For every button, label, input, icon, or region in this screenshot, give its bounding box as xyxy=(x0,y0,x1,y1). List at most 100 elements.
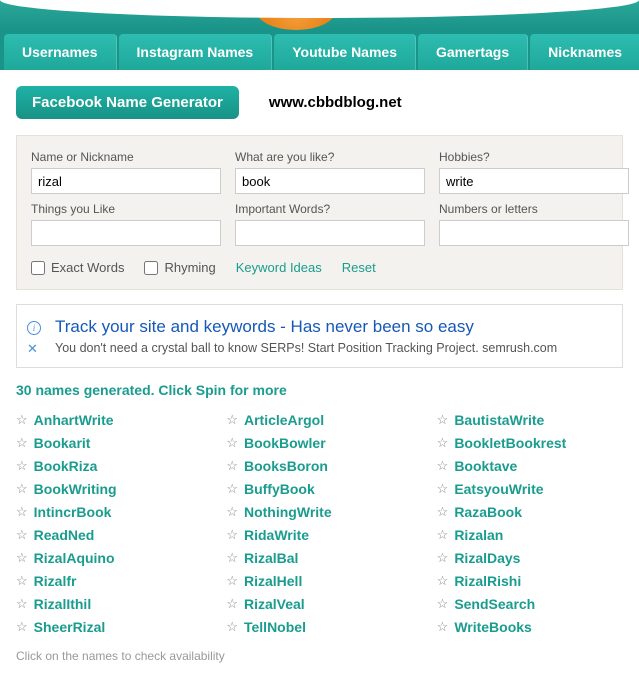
label-important: Important Words? xyxy=(235,202,425,216)
checkbox-rhyming[interactable] xyxy=(144,261,158,275)
star-icon[interactable]: ☆ xyxy=(437,435,449,451)
label-numbers: Numbers or letters xyxy=(439,202,629,216)
star-icon[interactable]: ☆ xyxy=(437,573,449,589)
input-hobbies[interactable] xyxy=(439,168,629,194)
result-item: ☆ Rizalfr xyxy=(16,573,202,589)
checkbox-exact-words-wrap[interactable]: Exact Words xyxy=(31,260,124,275)
star-icon[interactable]: ☆ xyxy=(226,412,238,428)
result-name[interactable]: ReadNed xyxy=(34,527,95,543)
result-name[interactable]: RizalHell xyxy=(244,573,302,589)
tab-youtube[interactable]: Youtube Names xyxy=(274,34,416,70)
result-name[interactable]: SheerRizal xyxy=(34,619,106,635)
result-item: ☆ EatsyouWrite xyxy=(437,481,623,497)
label-like: What are you like? xyxy=(235,150,425,164)
star-icon[interactable]: ☆ xyxy=(437,596,449,612)
star-icon[interactable]: ☆ xyxy=(437,550,449,566)
star-icon[interactable]: ☆ xyxy=(16,619,28,635)
result-name[interactable]: IntincrBook xyxy=(34,504,112,520)
result-item: ☆ RazaBook xyxy=(437,504,623,520)
star-icon[interactable]: ☆ xyxy=(226,573,238,589)
tab-usernames[interactable]: Usernames xyxy=(4,34,117,70)
ad-info-icon[interactable]: i xyxy=(27,321,41,335)
result-name[interactable]: SendSearch xyxy=(454,596,535,612)
result-name[interactable]: BookWriting xyxy=(34,481,117,497)
result-name[interactable]: EatsyouWrite xyxy=(454,481,543,497)
result-name[interactable]: RizalAquino xyxy=(34,550,115,566)
star-icon[interactable]: ☆ xyxy=(226,550,238,566)
result-name[interactable]: ArticleArgol xyxy=(244,412,324,428)
result-name[interactable]: BookBowler xyxy=(244,435,326,451)
star-icon[interactable]: ☆ xyxy=(437,527,449,543)
star-icon[interactable]: ☆ xyxy=(437,619,449,635)
star-icon[interactable]: ☆ xyxy=(16,435,28,451)
result-name[interactable]: BooksBoron xyxy=(244,458,328,474)
link-keyword-ideas[interactable]: Keyword Ideas xyxy=(236,260,322,275)
result-name[interactable]: Rizalan xyxy=(454,527,503,543)
result-name[interactable]: AnhartWrite xyxy=(34,412,114,428)
status-line: 30 names generated. Click Spin for more xyxy=(16,382,623,398)
result-name[interactable]: RizalBal xyxy=(244,550,298,566)
input-name[interactable] xyxy=(31,168,221,194)
label-name: Name or Nickname xyxy=(31,150,221,164)
tab-instagram[interactable]: Instagram Names xyxy=(119,34,273,70)
checkbox-rhyming-wrap[interactable]: Rhyming xyxy=(144,260,215,275)
input-numbers[interactable] xyxy=(439,220,629,246)
star-icon[interactable]: ☆ xyxy=(437,412,449,428)
result-item: ☆ RizalAquino xyxy=(16,550,202,566)
star-icon[interactable]: ☆ xyxy=(226,435,238,451)
result-item: ☆ BookBowler xyxy=(226,435,412,451)
result-name[interactable]: RazaBook xyxy=(454,504,522,520)
star-icon[interactable]: ☆ xyxy=(226,458,238,474)
result-name[interactable]: NothingWrite xyxy=(244,504,332,520)
star-icon[interactable]: ☆ xyxy=(226,596,238,612)
star-icon[interactable]: ☆ xyxy=(226,504,238,520)
star-icon[interactable]: ☆ xyxy=(16,550,28,566)
result-name[interactable]: Rizalfr xyxy=(34,573,77,589)
result-name[interactable]: WriteBooks xyxy=(454,619,532,635)
tab-gamertags[interactable]: Gamertags xyxy=(418,34,528,70)
tab-nicknames[interactable]: Nicknames xyxy=(530,34,639,70)
checkbox-exact-words[interactable] xyxy=(31,261,45,275)
result-name[interactable]: RizalRishi xyxy=(454,573,521,589)
result-item: ☆ RizalDays xyxy=(437,550,623,566)
result-name[interactable]: RizalDays xyxy=(454,550,520,566)
input-like[interactable] xyxy=(235,168,425,194)
result-name[interactable]: BookRiza xyxy=(34,458,98,474)
star-icon[interactable]: ☆ xyxy=(16,504,28,520)
star-icon[interactable]: ☆ xyxy=(16,412,28,428)
star-icon[interactable]: ☆ xyxy=(16,573,28,589)
ad-close-icon[interactable]: ✕ xyxy=(27,341,38,357)
star-icon[interactable]: ☆ xyxy=(437,458,449,474)
star-icon[interactable]: ☆ xyxy=(16,596,28,612)
input-important[interactable] xyxy=(235,220,425,246)
result-name[interactable]: BookletBookrest xyxy=(454,435,566,451)
result-name[interactable]: BautistaWrite xyxy=(454,412,544,428)
star-icon[interactable]: ☆ xyxy=(16,481,28,497)
link-reset[interactable]: Reset xyxy=(342,260,376,275)
star-icon[interactable]: ☆ xyxy=(437,504,449,520)
footer-note: Click on the names to check availability xyxy=(16,649,623,663)
result-name[interactable]: RizalVeal xyxy=(244,596,305,612)
result-name[interactable]: Booktave xyxy=(454,458,517,474)
result-item: ☆ BookRiza xyxy=(16,458,202,474)
result-name[interactable]: Bookarit xyxy=(34,435,91,451)
result-item: ☆ RizalHell xyxy=(226,573,412,589)
result-item: ☆ BuffyBook xyxy=(226,481,412,497)
input-things[interactable] xyxy=(31,220,221,246)
star-icon[interactable]: ☆ xyxy=(226,619,238,635)
result-item: ☆ Rizalan xyxy=(437,527,623,543)
label-things: Things you Like xyxy=(31,202,221,216)
result-name[interactable]: RizalIthil xyxy=(34,596,92,612)
result-name[interactable]: RidaWrite xyxy=(244,527,309,543)
star-icon[interactable]: ☆ xyxy=(16,458,28,474)
result-name[interactable]: TellNobel xyxy=(244,619,306,635)
star-icon[interactable]: ☆ xyxy=(226,481,238,497)
ad-title[interactable]: Track your site and keywords - Has never… xyxy=(55,317,608,337)
result-name[interactable]: BuffyBook xyxy=(244,481,315,497)
star-icon[interactable]: ☆ xyxy=(437,481,449,497)
result-item: ☆ RizalBal xyxy=(226,550,412,566)
ad-box: i ✕ Track your site and keywords - Has n… xyxy=(16,304,623,368)
title-row: Facebook Name Generator www.cbbdblog.net xyxy=(16,86,623,119)
star-icon[interactable]: ☆ xyxy=(226,527,238,543)
star-icon[interactable]: ☆ xyxy=(16,527,28,543)
